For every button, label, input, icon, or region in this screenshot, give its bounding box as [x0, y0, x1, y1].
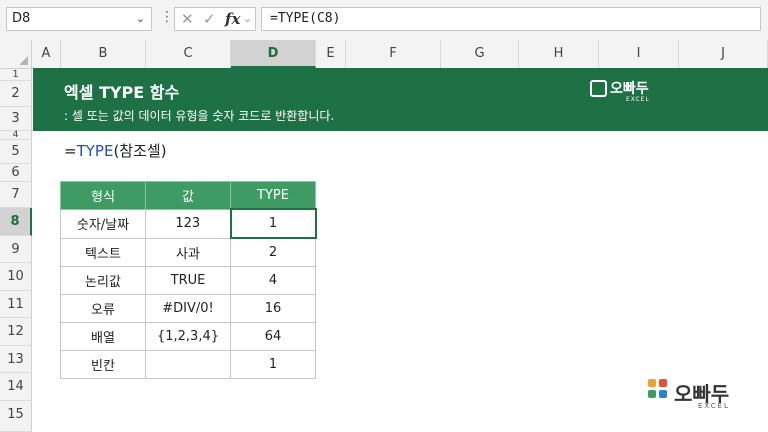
table-row: 숫자/날짜 123 1 [60, 208, 317, 239]
table-cell[interactable]: 123 [145, 208, 231, 239]
table-cell[interactable]: 16 [230, 294, 316, 323]
row-header-8[interactable]: 8 [0, 208, 32, 236]
formula-syntax[interactable]: =TYPE(참조셀) [64, 140, 167, 161]
formula-args: (참조셀) [113, 142, 167, 160]
brand-name: 오빠두 [610, 81, 649, 97]
row-header-14[interactable]: 14 [0, 373, 32, 401]
chevron-down-icon[interactable]: ⌄ [243, 12, 252, 25]
row-header-10[interactable]: 10 [0, 263, 32, 291]
formula-prefix: = [64, 142, 77, 160]
table-header[interactable]: TYPE [230, 181, 316, 210]
table-cell[interactable]: 배열 [60, 322, 146, 351]
logo-icon [590, 80, 607, 97]
column-header-e[interactable]: E [316, 40, 346, 68]
column-header-d[interactable]: D [231, 40, 316, 68]
row-header-5[interactable]: 5 [0, 140, 32, 164]
name-box-value: D8 [12, 11, 31, 26]
insert-function-icon[interactable]: fx [225, 10, 240, 28]
formula-bar: D8 ⌄ ⋮ ✕ ✓ fx ⌄ =TYPE(C8) [0, 0, 768, 41]
cancel-icon[interactable]: ✕ [181, 10, 194, 28]
column-header-h[interactable]: H [519, 40, 599, 68]
row-header-11[interactable]: 11 [0, 291, 32, 318]
brand-sub: EXCEL [626, 96, 650, 103]
type-table: 형식 값 TYPE 숫자/날짜 123 1 텍스트 사과 2 논리값 TRUE … [60, 181, 317, 379]
row-header-3[interactable]: 3 [0, 107, 32, 131]
table-cell[interactable]: 빈칸 [60, 350, 146, 379]
column-header-f[interactable]: F [346, 40, 441, 68]
table-cell[interactable]: 논리값 [60, 266, 146, 295]
table-header-row: 형식 값 TYPE [60, 181, 316, 210]
row-header-1[interactable]: 1 [0, 69, 32, 81]
row-header-2[interactable]: 2 [0, 81, 32, 107]
formula-input[interactable]: =TYPE(C8) [261, 7, 761, 31]
table-cell[interactable]: 64 [230, 322, 316, 351]
column-header-a[interactable]: A [32, 40, 61, 68]
logo-icon [648, 379, 668, 399]
row-header-7[interactable]: 7 [0, 182, 32, 208]
row-header-15[interactable]: 15 [0, 401, 32, 432]
enter-icon[interactable]: ✓ [203, 10, 216, 28]
column-header-b[interactable]: B [61, 40, 146, 68]
table-row: 배열 {1,2,3,4} 64 [60, 322, 316, 351]
active-cell[interactable]: 1 [229, 208, 317, 239]
footer-brand-logo: 오빠두 EXCEL [648, 378, 752, 412]
column-header-i[interactable]: I [599, 40, 679, 68]
table-cell[interactable]: 오류 [60, 294, 146, 323]
page-title: 엑셀 TYPE 함수 [64, 83, 180, 102]
chevron-down-icon[interactable]: ⌄ [136, 8, 145, 30]
table-header[interactable]: 값 [145, 181, 231, 210]
table-cell[interactable]: 숫자/날짜 [60, 208, 146, 239]
row-header-4[interactable]: 4 [0, 131, 32, 140]
table-cell[interactable]: #DIV/0! [145, 294, 231, 323]
column-header-j[interactable]: J [679, 40, 768, 68]
table-cell[interactable]: 사과 [145, 237, 231, 267]
table-cell[interactable] [145, 350, 231, 379]
row-header-9[interactable]: 9 [0, 236, 32, 263]
table-row: 논리값 TRUE 4 [60, 266, 316, 295]
name-box[interactable]: D8 ⌄ [6, 7, 152, 31]
column-header-g[interactable]: G [441, 40, 519, 68]
column-header-c[interactable]: C [146, 40, 231, 68]
select-all-button[interactable] [0, 40, 32, 68]
formula-function: TYPE [76, 142, 114, 160]
table-cell[interactable]: 텍스트 [60, 237, 146, 267]
table-cell[interactable]: 2 [230, 237, 316, 267]
row-header-6[interactable]: 6 [0, 164, 32, 182]
table-row: 텍스트 사과 2 [60, 237, 316, 267]
column-headers: A B C D E F G H I J [0, 40, 768, 69]
table-cell[interactable]: {1,2,3,4} [145, 322, 231, 351]
row-header-12[interactable]: 12 [0, 318, 32, 346]
row-header-13[interactable]: 13 [0, 346, 32, 373]
footer-brand-sub: EXCEL [698, 402, 730, 410]
table-row: 빈칸 1 [60, 350, 316, 379]
formula-actions: ✕ ✓ fx ⌄ [174, 7, 256, 31]
table-cell[interactable]: 1 [230, 350, 316, 379]
table-row: 오류 #DIV/0! 16 [60, 294, 316, 323]
page-subtitle: : 셀 또는 값의 데이터 유형을 숫자 코드로 반환합니다. [64, 109, 335, 123]
more-options-icon[interactable]: ⋮ [160, 9, 174, 25]
table-cell[interactable]: TRUE [145, 266, 231, 295]
table-cell[interactable]: 4 [230, 266, 316, 295]
table-header[interactable]: 형식 [60, 181, 146, 210]
